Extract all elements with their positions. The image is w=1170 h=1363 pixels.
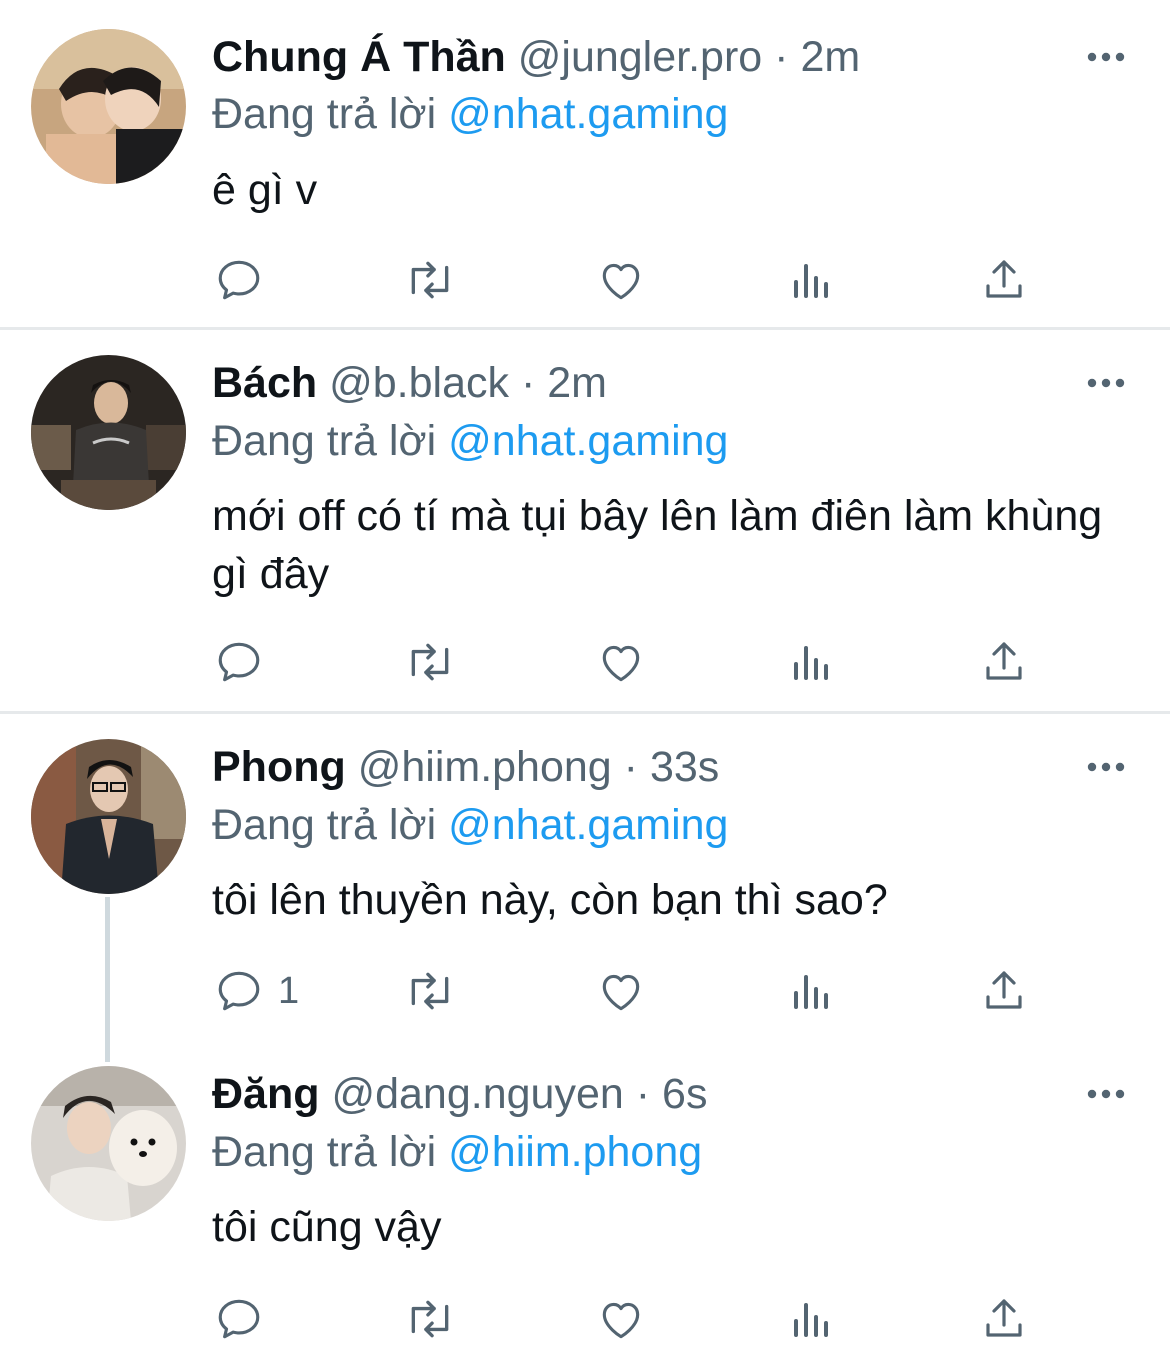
replying-to-label: Đang trả lời [212, 1128, 437, 1176]
tweet-header: Chung Á Thần @jungler.pro · 2m [212, 29, 860, 85]
timestamp[interactable]: 33s [650, 743, 719, 791]
avatar[interactable] [31, 1066, 186, 1221]
retweet-button[interactable] [402, 1294, 458, 1344]
tweet-header: Đăng @dang.nguyen · 6s [212, 1066, 707, 1122]
reply-button[interactable]: 1 [214, 966, 299, 1016]
share-button[interactable] [980, 637, 1028, 687]
views-button[interactable] [790, 255, 834, 305]
tweet-header: Phong @hiim.phong · 33s [212, 739, 719, 795]
replying-to-label: Đang trả lời [212, 417, 437, 465]
mention-link[interactable]: @nhat.gaming [448, 90, 728, 138]
retweet-button[interactable] [402, 637, 458, 687]
mention-link[interactable]: @nhat.gaming [448, 417, 728, 465]
avatar[interactable] [31, 739, 186, 894]
replying-to: Đang trả lời @nhat.gaming [212, 86, 728, 142]
reply-button[interactable] [214, 255, 278, 305]
share-icon [980, 637, 1028, 687]
avatar[interactable] [31, 355, 186, 510]
more-icon[interactable] [1086, 1084, 1126, 1104]
like-icon [596, 1294, 646, 1344]
retweet-icon [402, 255, 458, 305]
separator: · [774, 33, 789, 81]
replying-to-label: Đang trả lời [212, 801, 437, 849]
more-icon[interactable] [1086, 47, 1126, 67]
share-icon [980, 966, 1028, 1016]
like-button[interactable] [596, 637, 646, 687]
retweet-button[interactable] [402, 255, 458, 305]
reply-icon [214, 637, 264, 687]
views-icon [790, 255, 834, 305]
like-button[interactable] [596, 966, 646, 1016]
tweet-header: Bách @b.black · 2m [212, 355, 607, 411]
timestamp[interactable]: 2m [547, 359, 607, 407]
tweet[interactable]: Bách @b.black · 2m Đang trả lời @nhat.ga… [0, 330, 1170, 712]
tweet-actions [212, 255, 1062, 305]
share-icon [980, 255, 1028, 305]
retweet-button[interactable] [402, 966, 458, 1016]
mention-link[interactable]: @hiim.phong [448, 1128, 702, 1176]
share-button[interactable] [980, 966, 1028, 1016]
tweet-text: tôi cũng vậy [212, 1203, 442, 1251]
views-icon [790, 1294, 834, 1344]
like-button[interactable] [596, 1294, 646, 1344]
share-button[interactable] [980, 255, 1028, 305]
reply-icon [214, 255, 264, 305]
replying-to-label: Đang trả lời [212, 90, 437, 138]
share-button[interactable] [980, 1294, 1028, 1344]
like-icon [596, 255, 646, 305]
user-handle[interactable]: @b.black [329, 359, 509, 407]
views-icon [790, 637, 834, 687]
user-handle[interactable]: @dang.nguyen [331, 1070, 623, 1118]
separator: · [635, 1070, 651, 1118]
tweet-actions: 1 [212, 966, 1062, 1016]
reply-icon [214, 966, 264, 1016]
timestamp[interactable]: 2m [800, 33, 860, 81]
share-icon [980, 1294, 1028, 1344]
reply-button[interactable] [214, 637, 278, 687]
views-button[interactable] [790, 966, 834, 1016]
like-button[interactable] [596, 255, 646, 305]
separator: · [623, 743, 638, 791]
like-icon [596, 966, 646, 1016]
replying-to: Đang trả lời @nhat.gaming [212, 413, 728, 469]
tweet[interactable]: Đăng @dang.nguyen · 6s Đang trả lời @hii… [0, 1041, 1170, 1363]
views-icon [790, 966, 834, 1016]
reply-count: 1 [278, 969, 300, 1012]
display-name[interactable]: Bách [212, 359, 317, 407]
retweet-icon [402, 966, 458, 1016]
reply-button[interactable] [214, 1294, 278, 1344]
tweet[interactable]: Phong @hiim.phong · 33s Đang trả lời @nh… [0, 714, 1170, 1034]
replying-to: Đang trả lời @hiim.phong [212, 1124, 702, 1180]
tweet-text: mới off có tí mà tụi bây lên làm điên là… [212, 492, 1103, 598]
user-handle[interactable]: @jungler.pro [518, 33, 762, 81]
more-icon[interactable] [1086, 373, 1126, 393]
retweet-icon [402, 637, 458, 687]
separator: · [520, 359, 536, 407]
reply-icon [214, 1294, 264, 1344]
like-icon [596, 637, 646, 687]
tweet-actions [212, 1294, 1062, 1344]
tweet[interactable]: Chung Á Thần @jungler.pro · 2m Đang trả … [0, 0, 1170, 328]
views-button[interactable] [790, 637, 834, 687]
avatar[interactable] [31, 29, 186, 184]
retweet-icon [402, 1294, 458, 1344]
views-button[interactable] [790, 1294, 834, 1344]
display-name[interactable]: Đăng [212, 1070, 320, 1118]
user-handle[interactable]: @hiim.phong [358, 743, 612, 791]
replying-to: Đang trả lời @nhat.gaming [212, 797, 728, 853]
display-name[interactable]: Chung Á Thần [212, 33, 506, 81]
timestamp[interactable]: 6s [662, 1070, 707, 1118]
mention-link[interactable]: @nhat.gaming [448, 801, 728, 849]
tweet-actions [212, 637, 1062, 687]
tweet-text: tôi lên thuyền này, còn bạn thì sao? [212, 876, 888, 924]
tweet-text: ê gì v [212, 166, 318, 214]
display-name[interactable]: Phong [212, 743, 346, 791]
more-icon[interactable] [1086, 757, 1126, 777]
